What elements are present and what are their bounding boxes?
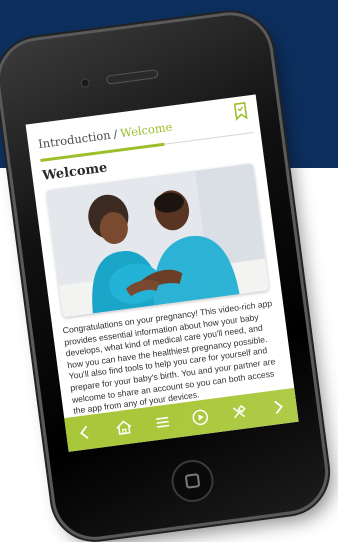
page-title: Welcome xyxy=(41,160,109,184)
chevron-left-icon[interactable] xyxy=(73,420,98,445)
welcome-photo xyxy=(46,163,270,318)
breadcrumb-parent[interactable]: Introduction xyxy=(37,128,111,151)
top-bar: Introduction/Welcome xyxy=(26,94,261,166)
bookmark-icon[interactable] xyxy=(233,102,249,122)
tools-icon[interactable] xyxy=(227,400,252,425)
app-screen: Introduction/Welcome Welcome Congratulat… xyxy=(25,94,299,452)
divider-line xyxy=(164,131,254,145)
phone-wrapper: Introduction/Welcome Welcome Congratulat… xyxy=(0,0,338,542)
stage: Introduction/Welcome Welcome Congratulat… xyxy=(0,0,338,542)
earpiece-speaker xyxy=(105,68,159,85)
breadcrumb-current: Welcome xyxy=(119,119,174,141)
front-camera xyxy=(80,77,91,89)
couple-illustration xyxy=(46,163,270,318)
breadcrumb-separator: / xyxy=(112,126,119,142)
phone-device: Introduction/Welcome Welcome Congratulat… xyxy=(0,10,330,542)
menu-icon[interactable] xyxy=(150,410,175,435)
home-icon[interactable] xyxy=(111,415,136,440)
home-button-square-icon xyxy=(184,473,201,489)
home-button[interactable] xyxy=(168,457,217,505)
play-icon[interactable] xyxy=(188,405,213,430)
chevron-right-icon[interactable] xyxy=(265,395,290,420)
